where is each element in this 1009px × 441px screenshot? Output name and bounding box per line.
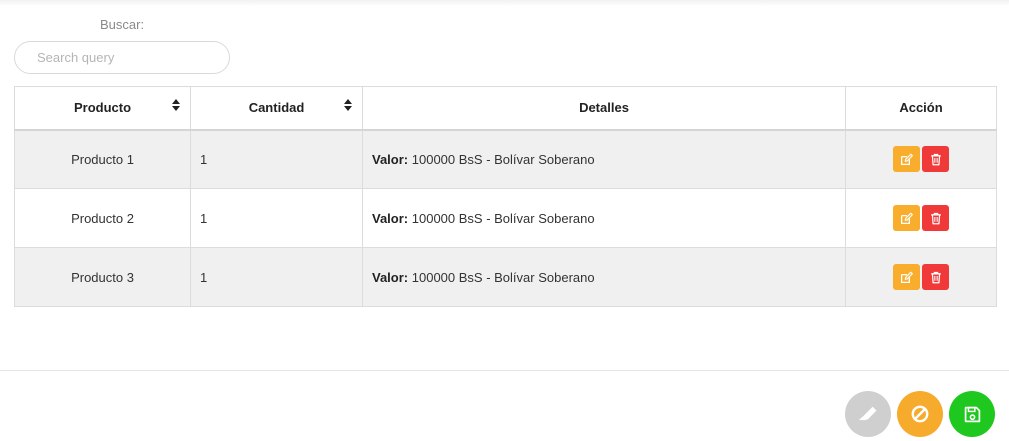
cell-producto: Producto 2 bbox=[14, 188, 191, 248]
cell-cantidad: 1 bbox=[190, 188, 363, 248]
cell-producto: Producto 3 bbox=[14, 247, 191, 307]
cell-accion bbox=[845, 247, 997, 307]
detail-value: 100000 BsS - Bolívar Soberano bbox=[411, 210, 595, 226]
eraser-icon bbox=[859, 406, 877, 421]
cell-cantidad: 1 bbox=[190, 247, 363, 307]
column-header-label: Detalles bbox=[579, 100, 629, 116]
save-icon bbox=[964, 406, 980, 422]
detail-label: Valor: bbox=[372, 151, 409, 167]
delete-button[interactable] bbox=[922, 146, 949, 173]
cancel-button[interactable] bbox=[897, 391, 943, 437]
save-button[interactable] bbox=[949, 391, 995, 437]
footer-divider bbox=[0, 370, 1009, 371]
detail-value: 100000 BsS - Bolívar Soberano bbox=[411, 151, 595, 167]
column-header-producto[interactable]: Producto bbox=[14, 86, 191, 131]
cell-producto: Producto 1 bbox=[14, 129, 191, 189]
column-header-label: Producto bbox=[73, 100, 132, 116]
cell-accion bbox=[845, 129, 997, 189]
top-shadow bbox=[0, 0, 1009, 6]
cell-detalles: Valor: 100000 BsS - Bolívar Soberano bbox=[362, 188, 846, 248]
sort-icon[interactable] bbox=[344, 99, 352, 113]
table-row: Producto 2 1 Valor: 100000 BsS - Bolívar… bbox=[14, 188, 997, 248]
delete-button[interactable] bbox=[922, 205, 949, 231]
edit-button[interactable] bbox=[893, 146, 920, 173]
edit-icon bbox=[900, 212, 913, 224]
cell-accion bbox=[845, 188, 997, 248]
column-header-label: Cantidad bbox=[248, 100, 305, 116]
detail-value: 100000 BsS - Bolívar Soberano bbox=[411, 269, 595, 285]
edit-icon bbox=[900, 153, 913, 165]
trash-icon bbox=[930, 212, 941, 224]
table-row: Producto 3 1 Valor: 100000 BsS - Bolívar… bbox=[14, 247, 997, 307]
detail-label: Valor: bbox=[372, 269, 409, 285]
table-row: Producto 1 1 Valor: 100000 BsS - Bolívar… bbox=[14, 129, 997, 189]
table-header-row: Producto Cantidad Detalles Acción bbox=[14, 86, 997, 131]
ban-icon bbox=[911, 405, 929, 423]
clear-button[interactable] bbox=[845, 391, 891, 437]
column-header-cantidad[interactable]: Cantidad bbox=[190, 86, 363, 131]
products-table: Producto Cantidad Detalles Acción Produc… bbox=[14, 86, 997, 307]
column-header-detalles: Detalles bbox=[362, 86, 846, 131]
edit-icon bbox=[900, 271, 913, 283]
column-header-accion: Acción bbox=[845, 86, 997, 131]
search-label: Buscar: bbox=[100, 17, 145, 32]
sort-icon[interactable] bbox=[172, 99, 180, 113]
detail-label: Valor: bbox=[372, 210, 409, 226]
trash-icon bbox=[930, 271, 941, 283]
trash-icon bbox=[930, 153, 941, 166]
search-input[interactable] bbox=[14, 41, 230, 74]
cell-detalles: Valor: 100000 BsS - Bolívar Soberano bbox=[362, 247, 846, 307]
cell-detalles: Valor: 100000 BsS - Bolívar Soberano bbox=[362, 129, 846, 189]
column-header-label: Acción bbox=[899, 100, 943, 116]
edit-button[interactable] bbox=[893, 264, 920, 290]
cell-cantidad: 1 bbox=[190, 129, 363, 189]
delete-button[interactable] bbox=[922, 264, 949, 290]
edit-button[interactable] bbox=[893, 205, 920, 231]
